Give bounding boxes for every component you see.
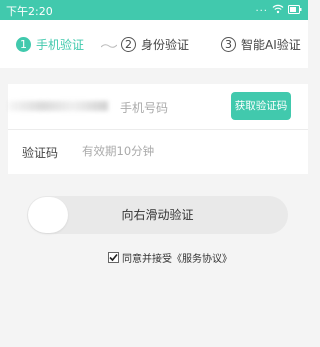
step-number: 1 bbox=[16, 37, 31, 52]
step-number: 3 bbox=[221, 37, 236, 52]
step-label: 身份验证 bbox=[141, 38, 190, 52]
status-time: 下午2:20 bbox=[6, 5, 53, 18]
phone-row: 手机号码 获取验证码 bbox=[8, 84, 308, 130]
step-phone-verification: 1 手机验证 bbox=[16, 36, 84, 53]
phone-placeholder[interactable]: 手机号码 bbox=[120, 99, 168, 116]
step-label: 手机验证 bbox=[36, 38, 85, 52]
phone-number-masked[interactable] bbox=[8, 101, 108, 111]
step-connector-icon bbox=[101, 44, 117, 48]
get-code-button[interactable]: 获取验证码 bbox=[231, 92, 291, 120]
battery-icon bbox=[288, 4, 302, 14]
slide-verify-handle[interactable] bbox=[28, 197, 68, 233]
wifi-icon bbox=[272, 4, 284, 14]
agreement: 同意并接受《服务协议》 bbox=[108, 250, 232, 265]
verification-steps: 1 手机验证 2 身份验证 3 智能AI验证 bbox=[0, 20, 308, 68]
slide-verify-track[interactable]: 向右滑动验证 bbox=[27, 196, 288, 234]
agreement-checkbox[interactable] bbox=[108, 252, 119, 263]
status-icons: ... bbox=[255, 4, 302, 14]
step-label: 智能AI验证 bbox=[241, 38, 301, 52]
code-label: 验证码 bbox=[22, 146, 59, 160]
code-input[interactable] bbox=[82, 138, 282, 164]
checkmark-icon bbox=[109, 253, 118, 262]
more-dots-icon: ... bbox=[255, 3, 268, 14]
step-identity-verification: 2 身份验证 bbox=[121, 36, 189, 53]
code-row: 验证码 bbox=[8, 129, 308, 174]
verification-form: 手机号码 获取验证码 验证码 bbox=[8, 84, 308, 174]
status-bar: 下午2:20 ... bbox=[0, 0, 308, 20]
agreement-text[interactable]: 同意并接受《服务协议》 bbox=[122, 250, 232, 265]
step-number: 2 bbox=[121, 37, 136, 52]
step-ai-verification: 3 智能AI验证 bbox=[221, 36, 301, 53]
